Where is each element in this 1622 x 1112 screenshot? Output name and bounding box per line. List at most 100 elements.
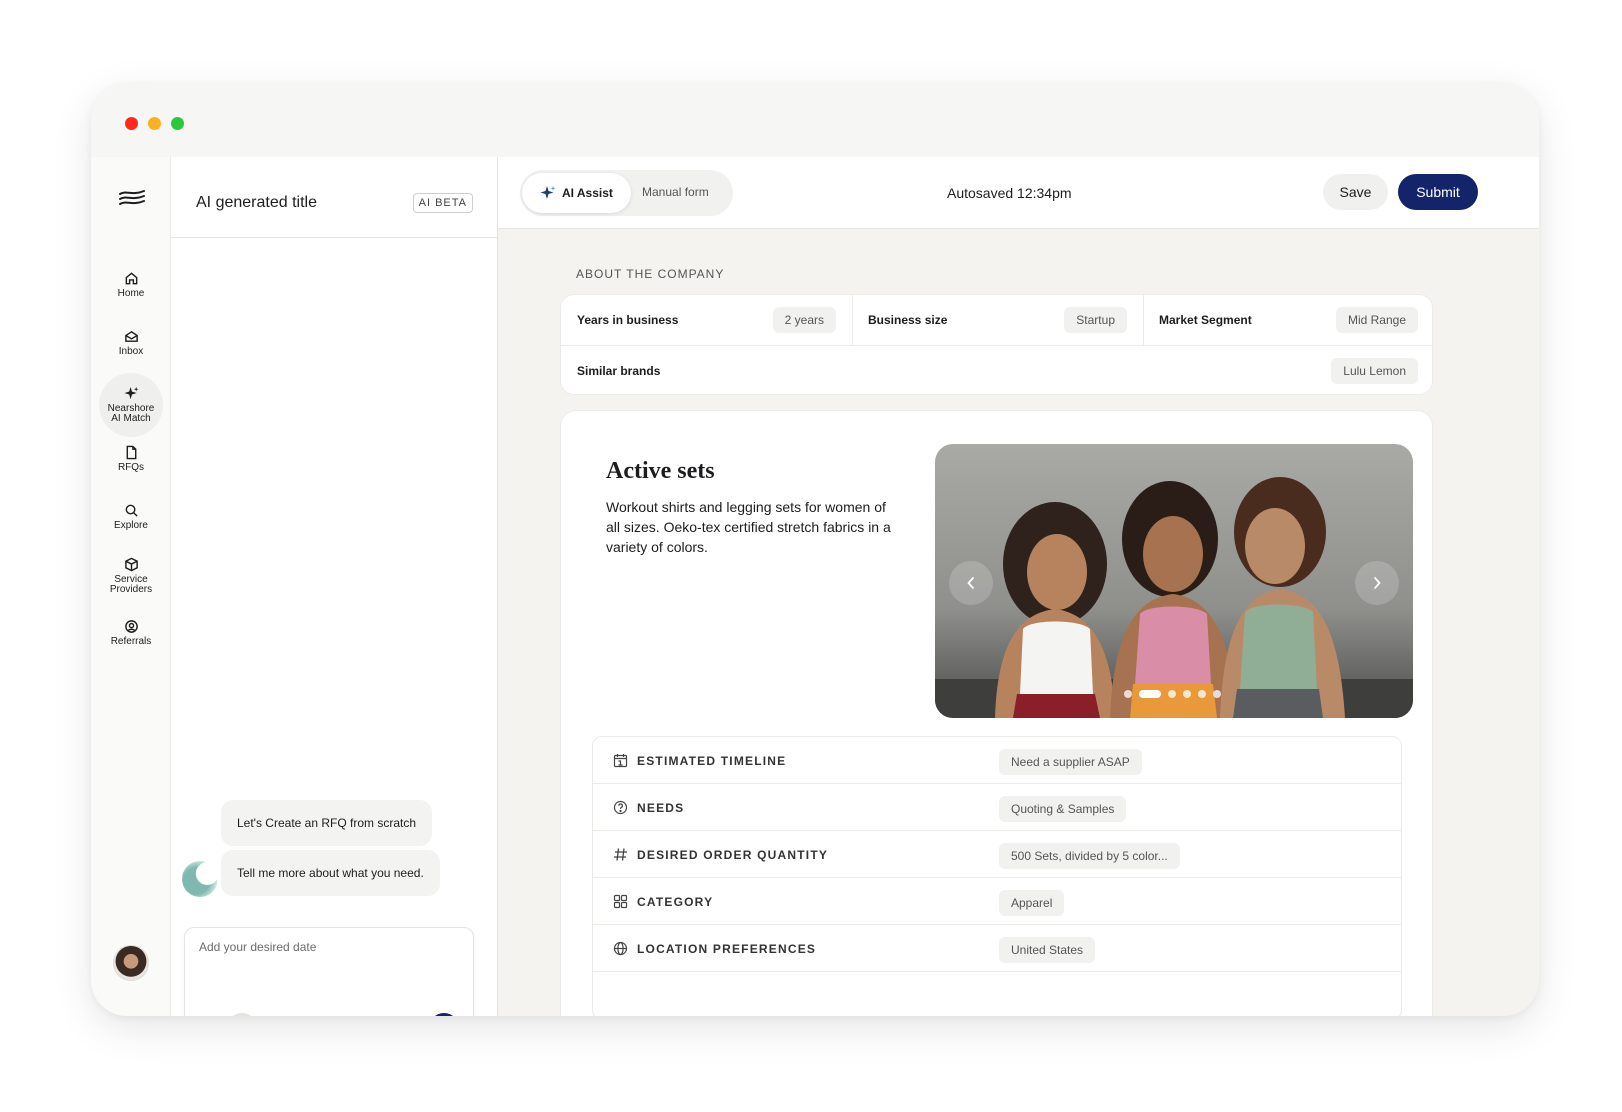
document-icon: [126, 445, 136, 460]
detail-label: ESTIMATED TIMELINE: [637, 754, 787, 768]
detail-row-partial: [593, 972, 1401, 1016]
chat-composer: [184, 927, 474, 1016]
main-content: AI Assist Manual form Autosaved 12:34pm …: [498, 157, 1539, 1016]
sidebar-rail: Home Inbox Nearshore AI Match RFQs Explo…: [91, 157, 171, 1016]
sidebar-item-label: AI Match: [111, 413, 151, 424]
field-market-segment[interactable]: Market Segment Mid Range: [1143, 295, 1434, 345]
detail-row-needs[interactable]: NEEDS Quoting & Samples: [593, 784, 1401, 831]
detail-value: 500 Sets, divided by 5 color...: [999, 843, 1180, 869]
autosave-status: Autosaved 12:34pm: [947, 185, 1072, 201]
calendar-icon: [613, 754, 628, 768]
chat-header: AI generated title AI BETA: [171, 157, 497, 238]
detail-label: NEEDS: [637, 801, 685, 815]
beta-badge: AI BETA: [412, 193, 473, 213]
product-title: Active sets: [606, 458, 715, 484]
mode-switch: AI Assist Manual form: [520, 170, 733, 216]
field-label: Similar brands: [577, 364, 661, 378]
send-button[interactable]: [429, 1013, 459, 1016]
chat-message: Let's Create an RFQ from scratch: [221, 800, 433, 846]
company-info-card: Years in business 2 years Business size …: [560, 294, 1433, 395]
tab-ai-assist[interactable]: AI Assist: [522, 173, 631, 213]
home-icon: [125, 272, 137, 285]
field-value: Startup: [1064, 307, 1127, 333]
window-titlebar: [91, 83, 1539, 157]
field-similar-brands[interactable]: Similar brands Lulu Lemon: [561, 346, 1434, 396]
field-value: Lulu Lemon: [1331, 358, 1418, 384]
detail-value: Need a supplier ASAP: [999, 749, 1142, 775]
user-avatar[interactable]: [113, 945, 149, 981]
sidebar-item-service-providers[interactable]: Service Providers: [101, 557, 161, 595]
app-window: Home Inbox Nearshore AI Match RFQs Explo…: [91, 83, 1539, 1016]
form-topbar: AI Assist Manual form Autosaved 12:34pm …: [498, 157, 1539, 229]
tab-label: AI Assist: [562, 186, 613, 200]
chevron-right-icon: [1374, 577, 1381, 589]
sidebar-item-label: Explore: [114, 520, 148, 531]
carousel-dot[interactable]: [1183, 690, 1191, 698]
sidebar-item-explore[interactable]: Explore: [101, 503, 161, 531]
section-heading: ABOUT THE COMPANY: [576, 267, 725, 281]
detail-value: Apparel: [999, 890, 1065, 916]
sidebar-item-home[interactable]: Home: [101, 271, 161, 299]
field-value: Mid Range: [1335, 307, 1418, 333]
carousel-indicators: [1124, 690, 1221, 698]
carousel-dot[interactable]: [1124, 690, 1132, 698]
field-label: Business size: [868, 313, 948, 327]
field-label: Market Segment: [1159, 313, 1252, 327]
assistant-avatar: [182, 861, 218, 897]
carousel-dot[interactable]: [1198, 690, 1206, 698]
save-button[interactable]: Save: [1323, 174, 1388, 210]
carousel-dot[interactable]: [1213, 690, 1221, 698]
sidebar-item-label: RFQs: [117, 462, 145, 473]
sidebar-item-referrals[interactable]: Referrals: [101, 619, 161, 647]
grid-icon: [613, 894, 628, 909]
tab-manual-form[interactable]: Manual form: [642, 185, 709, 199]
detail-value: United States: [999, 937, 1096, 963]
gesture-button[interactable]: [227, 1013, 257, 1016]
sidebar-item-inbox[interactable]: Inbox: [101, 329, 161, 357]
hash-icon: [614, 848, 627, 861]
field-years-in-business[interactable]: Years in business 2 years: [561, 295, 852, 345]
rfq-details-list: ESTIMATED TIMELINE Need a supplier ASAP …: [592, 736, 1402, 1016]
carousel-dot[interactable]: [1139, 690, 1161, 698]
detail-label: CATEGORY: [637, 895, 714, 909]
logo-icon[interactable]: [117, 186, 147, 208]
detail-label: LOCATION PREFERENCES: [637, 942, 817, 956]
chat-input[interactable]: [199, 940, 449, 954]
product-image-carousel: [935, 444, 1413, 718]
field-value: 2 years: [772, 307, 836, 333]
sidebar-item-label: Inbox: [118, 346, 144, 357]
sidebar-item-label: Providers: [109, 584, 153, 595]
chat-panel: AI generated title AI BETA Let's Create …: [171, 157, 498, 1016]
product-photo: [935, 477, 1413, 718]
sidebar-item-nearshore-ai-match[interactable]: Nearshore AI Match: [99, 373, 163, 437]
sidebar-item-label: Home: [117, 288, 145, 299]
sparkle-icon: [540, 186, 556, 199]
chevron-left-icon: [967, 577, 974, 589]
detail-row-location[interactable]: LOCATION PREFERENCES United States: [593, 925, 1401, 972]
field-label: Years in business: [577, 313, 679, 327]
detail-row-category[interactable]: CATEGORY Apparel: [593, 878, 1401, 925]
chat-title[interactable]: AI generated title: [196, 194, 317, 212]
product-card: Active sets Workout shirts and legging s…: [560, 410, 1433, 1016]
submit-button[interactable]: Submit: [1398, 174, 1478, 210]
sparkle-icon: [123, 386, 138, 400]
field-business-size[interactable]: Business size Startup: [852, 295, 1143, 345]
sidebar-item-label: Referrals: [110, 636, 152, 647]
detail-row-order-quantity[interactable]: DESIRED ORDER QUANTITY 500 Sets, divided…: [593, 831, 1401, 878]
sidebar-item-rfqs[interactable]: RFQs: [101, 445, 161, 473]
carousel-next-button[interactable]: [1355, 561, 1399, 605]
carousel-prev-button[interactable]: [949, 561, 993, 605]
detail-row-timeline[interactable]: ESTIMATED TIMELINE Need a supplier ASAP: [593, 737, 1401, 784]
detail-value: Quoting & Samples: [999, 796, 1127, 822]
chat-message: Tell me more about what you need.: [221, 850, 440, 896]
question-circle-icon: [613, 800, 628, 815]
inbox-icon: [124, 330, 138, 342]
minimize-window-button[interactable]: [148, 117, 161, 130]
package-icon: [124, 557, 138, 572]
carousel-dot[interactable]: [1168, 690, 1176, 698]
close-window-button[interactable]: [125, 117, 138, 130]
detail-label: DESIRED ORDER QUANTITY: [637, 848, 829, 862]
maximize-window-button[interactable]: [171, 117, 184, 130]
search-icon: [125, 504, 138, 517]
referral-icon: [124, 620, 138, 633]
